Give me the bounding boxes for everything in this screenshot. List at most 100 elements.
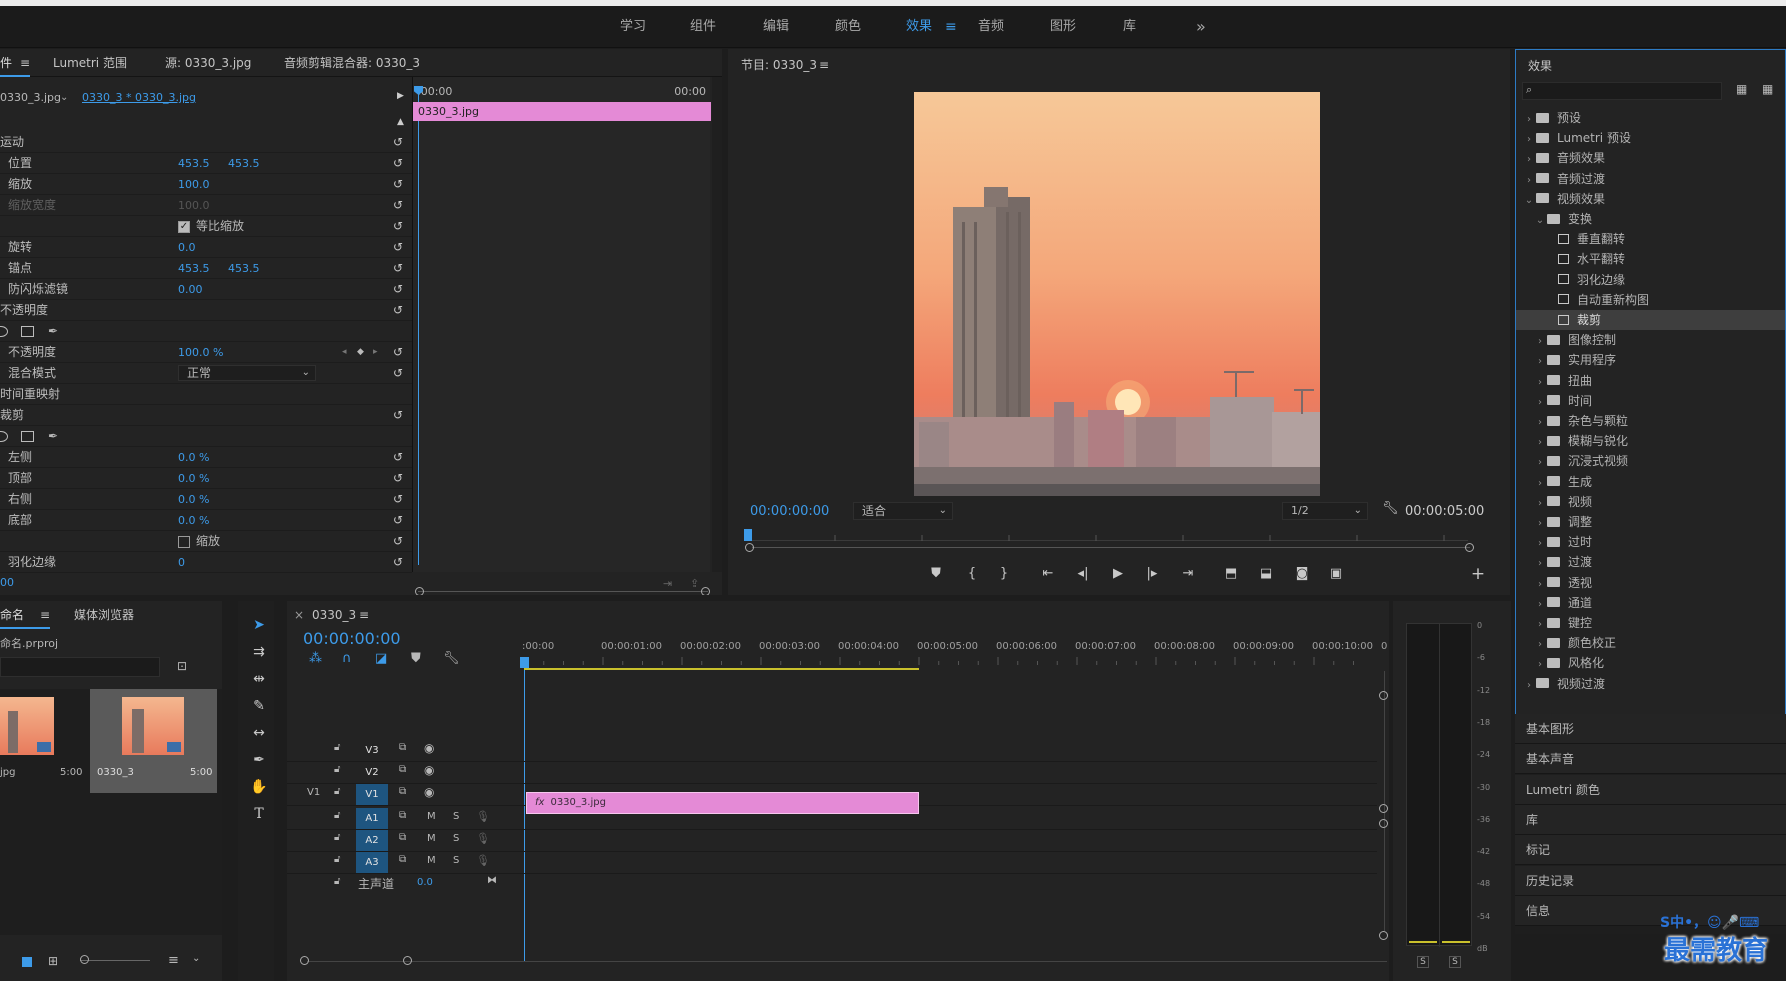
effects-folder[interactable]: › 音频过渡 — [1516, 169, 1785, 189]
effect-item[interactable]: 水平翻转 — [1516, 249, 1785, 269]
timeline-clip[interactable]: fx 0330_3.jpg — [526, 792, 919, 814]
effects-folder[interactable]: › 调整 — [1516, 512, 1785, 532]
fit-select[interactable]: 适合 ⌄ — [853, 502, 953, 520]
reset-icon[interactable]: ↺ — [393, 132, 403, 153]
mute-button[interactable]: M — [427, 811, 436, 822]
effects-folder[interactable]: › 模糊与锐化 — [1516, 431, 1785, 451]
workspace-tab-effects[interactable]: 效果 — [906, 6, 932, 48]
type-tool-icon[interactable]: T — [248, 803, 270, 825]
new-bin-icon[interactable]: ▦ — [1736, 82, 1747, 96]
zoom-handle-left[interactable] — [300, 956, 309, 965]
reset-icon[interactable]: ↺ — [393, 153, 403, 174]
tab-source[interactable]: 源: 0330_3.jpg — [165, 49, 251, 77]
sync-lock-icon[interactable]: ⧉ — [399, 764, 406, 775]
chevron-right-icon[interactable]: › — [1522, 130, 1536, 150]
track-target-button[interactable]: V1 — [356, 784, 388, 805]
eye-icon[interactable]: ◉ — [424, 741, 434, 755]
effects-search-input[interactable]: ⌕ — [1522, 82, 1722, 100]
panel-menu-icon[interactable]: ≡ — [40, 601, 50, 629]
program-monitor-title[interactable]: 节目: 0330_3 — [741, 51, 817, 79]
work-area-bar[interactable] — [524, 668, 919, 670]
reset-icon[interactable]: ↺ — [393, 468, 403, 489]
effects-folder[interactable]: › Lumetri 预设 — [1516, 128, 1785, 150]
effect-item[interactable]: 垂直翻转 — [1516, 229, 1785, 249]
vertical-scrollbar[interactable] — [1384, 671, 1385, 931]
reset-icon[interactable]: ↺ — [393, 405, 403, 426]
property-value[interactable]: 453.5 — [178, 153, 210, 174]
chevron-right-icon[interactable]: › — [1522, 110, 1536, 130]
wrench-icon[interactable]: 🔧︎ — [1382, 501, 1399, 516]
property-value[interactable]: 0 — [178, 552, 185, 573]
eye-icon[interactable]: ◉ — [424, 763, 434, 777]
workspace-menu-icon[interactable]: ≡ — [945, 6, 957, 48]
reset-icon[interactable]: ↺ — [393, 279, 403, 300]
mark-out-icon[interactable]: } — [994, 564, 1014, 584]
project-item[interactable]: jpg 5:00 — [0, 689, 87, 793]
chevron-right-icon[interactable]: › — [1533, 655, 1547, 675]
comparison-view-icon[interactable]: ▣ — [1326, 564, 1346, 584]
project-search-input[interactable] — [0, 657, 160, 677]
track-target-button[interactable]: A2 — [356, 830, 388, 851]
prev-keyframe-icon[interactable]: ◂ — [342, 342, 347, 363]
reset-icon[interactable]: ↺ — [393, 447, 403, 468]
lock-icon[interactable]: 🔓︎ — [334, 876, 340, 887]
freeform-view-icon[interactable]: ⊞ — [48, 954, 58, 968]
effects-folder[interactable]: › 过时 — [1516, 532, 1785, 552]
effects-folder[interactable]: › 通道 — [1516, 593, 1785, 613]
camera-icon[interactable]: ◙ — [1292, 564, 1312, 584]
workspace-tab-assembly[interactable]: 组件 — [690, 6, 716, 48]
effects-folder[interactable]: › 过渡 — [1516, 552, 1785, 572]
reset-icon[interactable]: ↺ — [393, 510, 403, 531]
step-back-icon[interactable]: ◂| — [1073, 564, 1093, 584]
effects-folder[interactable]: › 键控 — [1516, 613, 1785, 635]
mark-in-icon[interactable]: { — [962, 564, 982, 584]
checkbox-checked[interactable]: ✓ — [178, 221, 190, 233]
panel-menu-icon[interactable]: ≡ — [359, 601, 369, 629]
chevron-right-icon[interactable]: › — [1522, 150, 1536, 170]
reset-icon[interactable]: ↺ — [393, 237, 403, 258]
razor-tool-icon[interactable]: ✎ — [248, 695, 270, 717]
solo-button[interactable]: S — [453, 811, 459, 822]
effects-panel-title[interactable]: 效果 — [1528, 52, 1552, 80]
rectangle-mask-icon[interactable] — [21, 326, 34, 337]
lock-icon[interactable]: 🔓︎ — [334, 786, 340, 797]
source-patch-label[interactable]: V1 — [307, 787, 320, 798]
reset-icon[interactable]: ↺ — [393, 342, 403, 363]
lift-icon[interactable]: ⬒ — [1221, 564, 1241, 584]
scroll-handle[interactable] — [1379, 691, 1388, 700]
effects-folder[interactable]: › 颜色校正 — [1516, 633, 1785, 653]
master-volume-value[interactable]: 0.0 — [417, 877, 433, 888]
workspace-tab-libraries[interactable]: 库 — [1123, 6, 1136, 48]
lock-icon[interactable]: 🔓︎ — [334, 742, 340, 753]
reset-icon[interactable]: ↺ — [393, 174, 403, 195]
chevron-right-icon[interactable]: › — [1533, 332, 1547, 352]
new-preset-bin-icon[interactable]: ▦ — [1762, 82, 1773, 96]
solo-right-button[interactable]: S — [1449, 956, 1461, 968]
property-value[interactable]: 0.00 — [178, 279, 203, 300]
solo-button[interactable]: S — [453, 833, 459, 844]
program-timecode[interactable]: 00:00:00:00 — [750, 504, 829, 519]
tab-project[interactable]: 命名 — [0, 601, 24, 629]
clip-bar[interactable]: 0330_3.jpg — [413, 102, 711, 121]
chevron-right-icon[interactable]: › — [1522, 676, 1536, 696]
zoom-handle-right[interactable] — [701, 587, 710, 595]
chevron-right-icon[interactable]: › — [1533, 615, 1547, 635]
go-to-start-icon[interactable]: ⧓ — [487, 875, 497, 886]
add-button-icon[interactable]: + — [1468, 564, 1488, 584]
side-panel-tab[interactable]: Lumetri 颜色 — [1515, 774, 1786, 805]
lock-icon[interactable]: 🔓︎ — [334, 832, 340, 843]
effects-folder[interactable]: › 预设 — [1516, 108, 1785, 130]
property-value[interactable]: 0.0 — [178, 237, 196, 258]
track-target-button[interactable]: A1 — [356, 808, 388, 829]
effects-folder[interactable]: › 视频 — [1516, 492, 1785, 512]
track-select-tool-icon[interactable]: ⇉ — [248, 641, 270, 663]
zoom-slider-handle[interactable] — [80, 955, 89, 964]
zoom-handle-left[interactable] — [415, 587, 424, 595]
export-icon[interactable]: ⇪ — [690, 577, 699, 590]
reset-icon[interactable]: ↺ — [393, 216, 403, 237]
effects-folder[interactable]: ⌄ 视频效果 — [1516, 189, 1785, 209]
effects-folder[interactable]: › 杂色与颗粒 — [1516, 411, 1785, 431]
solo-left-button[interactable]: S — [1417, 956, 1429, 968]
video-frame[interactable] — [914, 92, 1320, 496]
current-time-display[interactable]: 00 — [0, 576, 14, 589]
